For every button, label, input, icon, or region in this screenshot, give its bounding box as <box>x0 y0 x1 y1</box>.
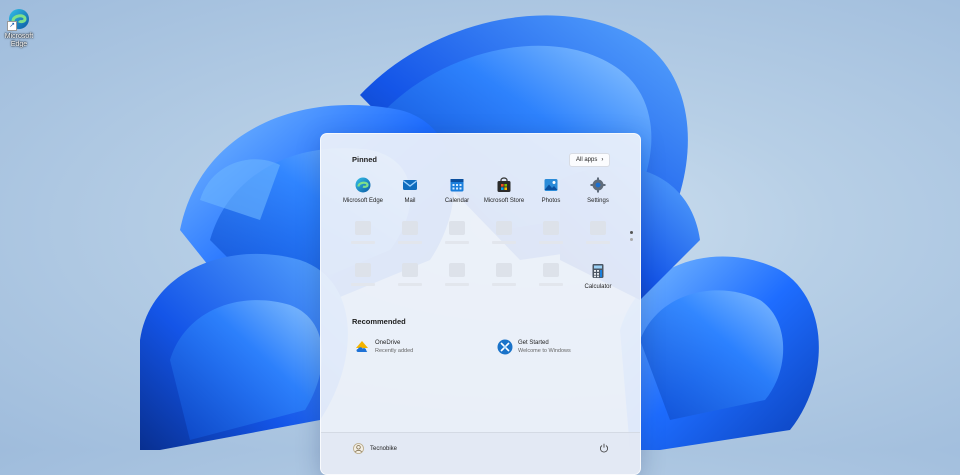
placeholder-label <box>398 241 422 244</box>
placeholder-label <box>586 241 610 244</box>
placeholder-icon <box>449 221 465 235</box>
pinned-app-placeholder[interactable] <box>528 263 574 286</box>
edge-icon: ↗ <box>7 8 30 31</box>
pinned-app-placeholder[interactable] <box>340 221 386 244</box>
app-label: Mail <box>404 198 416 204</box>
placeholder-label <box>445 283 469 286</box>
placeholder-icon <box>449 263 465 277</box>
pinned-app-placeholder[interactable] <box>387 263 433 286</box>
pinned-app-placeholder[interactable] <box>528 221 574 244</box>
app-label: Microsoft Store <box>483 198 525 204</box>
start-menu: Pinned All apps › Microsoft Edge Mail Ca… <box>320 133 641 475</box>
recommended-item-name: Get Started <box>518 340 549 346</box>
user-avatar-icon <box>353 443 364 454</box>
placeholder-icon <box>496 263 512 277</box>
settings-icon <box>590 177 606 193</box>
page-dot <box>630 238 633 241</box>
photos-icon <box>543 177 559 193</box>
pinned-app-placeholder[interactable] <box>434 263 480 286</box>
placeholder-icon <box>355 263 371 277</box>
placeholder-icon <box>543 263 559 277</box>
all-apps-label: All apps <box>576 157 598 163</box>
recommended-item-text: Get Started Welcome to Windows <box>518 340 571 354</box>
placeholder-label <box>492 283 516 286</box>
pinned-section-title: Pinned <box>352 155 378 164</box>
shortcut-arrow-icon: ↗ <box>7 21 17 31</box>
recommended-item-name: OneDrive <box>375 340 401 346</box>
placeholder-icon <box>496 221 512 235</box>
calendar-icon <box>449 177 465 193</box>
recommended-item-get-started[interactable]: Get Started Welcome to Windows <box>497 339 571 355</box>
all-apps-button[interactable]: All apps › <box>569 153 611 167</box>
pinned-app-photos[interactable]: Photos <box>528 177 574 204</box>
recommended-item-onedrive[interactable]: OneDrive Recently added <box>354 339 413 355</box>
pinned-app-calculator[interactable]: Calculator <box>575 263 621 290</box>
page-indicator[interactable] <box>630 231 633 245</box>
placeholder-icon <box>402 263 418 277</box>
pinned-app-placeholder[interactable] <box>434 221 480 244</box>
placeholder-label <box>492 241 516 244</box>
recommended-item-subtitle: Welcome to Windows <box>518 348 571 354</box>
page-dot-active <box>630 231 633 234</box>
pinned-app-placeholder[interactable] <box>575 221 621 244</box>
placeholder-label <box>351 241 375 244</box>
store-icon <box>496 177 512 193</box>
placeholder-icon <box>402 221 418 235</box>
calculator-icon <box>590 263 606 279</box>
pinned-app-microsoft-store[interactable]: Microsoft Store <box>481 177 527 204</box>
recommended-item-text: OneDrive Recently added <box>375 340 413 354</box>
placeholder-icon <box>543 221 559 235</box>
user-name: Tecnobike <box>370 445 398 452</box>
placeholder-label <box>398 283 422 286</box>
user-account-button[interactable]: Tecnobike <box>353 443 397 454</box>
pinned-app-settings[interactable]: Settings <box>575 177 621 204</box>
desktop-icon-microsoft-edge[interactable]: ↗ Microsoft Edge <box>3 8 35 49</box>
chevron-right-icon: › <box>601 157 604 163</box>
pinned-app-placeholder[interactable] <box>481 263 527 286</box>
placeholder-label <box>445 241 469 244</box>
app-label: Settings <box>587 198 609 204</box>
placeholder-icon <box>355 221 371 235</box>
start-menu-footer: Tecnobike <box>321 432 640 474</box>
pinned-app-mail[interactable]: Mail <box>387 177 433 204</box>
app-label: Calculator <box>584 284 612 290</box>
recommended-section-title: Recommended <box>352 317 406 326</box>
placeholder-label <box>351 283 375 286</box>
placeholder-icon <box>590 221 606 235</box>
desktop-icon-label: Microsoft Edge <box>4 33 34 48</box>
recommended-item-subtitle: Recently added <box>375 348 414 354</box>
onedrive-icon <box>354 339 370 355</box>
app-label: Photos <box>541 198 561 204</box>
pinned-app-placeholder[interactable] <box>340 263 386 286</box>
placeholder-label <box>539 283 563 286</box>
pinned-app-microsoft-edge[interactable]: Microsoft Edge <box>340 177 386 204</box>
edge-icon <box>355 177 371 193</box>
power-icon[interactable] <box>599 443 609 453</box>
mail-icon <box>402 177 418 193</box>
pinned-app-placeholder[interactable] <box>481 221 527 244</box>
app-label: Calendar <box>444 198 470 204</box>
app-label: Microsoft Edge <box>342 198 384 204</box>
get-started-icon <box>497 339 513 355</box>
placeholder-label <box>539 241 563 244</box>
pinned-app-calendar[interactable]: Calendar <box>434 177 480 204</box>
pinned-app-placeholder[interactable] <box>387 221 433 244</box>
